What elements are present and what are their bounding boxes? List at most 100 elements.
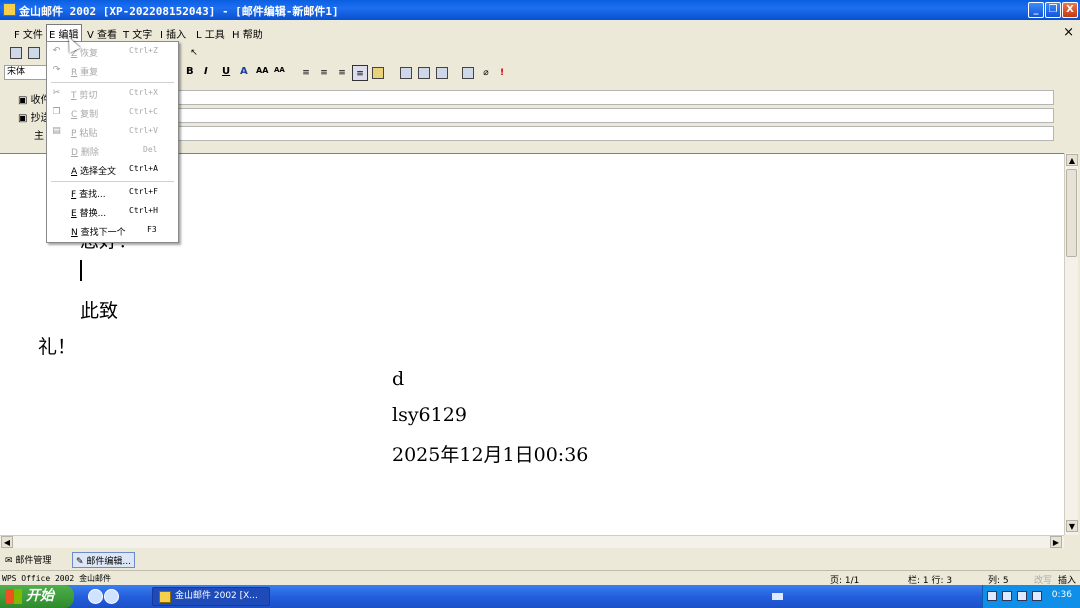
minimize-button[interactable]: _ — [1028, 2, 1044, 18]
document-close-icon[interactable]: × — [1063, 25, 1074, 40]
menu-delete-label: 删除 — [80, 148, 99, 158]
task-label: 金山邮件 2002 [X... — [175, 591, 258, 601]
address-icon[interactable] — [460, 65, 476, 81]
status-bar: WPS Office 2002 金山邮件 页: 1/1 栏: 1 行: 3 列:… — [0, 570, 1080, 586]
keyboard-icon[interactable] — [772, 593, 783, 600]
menu-find-label: 查找... — [79, 190, 106, 200]
menu-delete-shortcut: Del — [143, 145, 158, 154]
menu-cut-label: 剪切 — [79, 91, 98, 101]
menu-help[interactable]: H 帮助 — [230, 25, 265, 42]
mail-check-icon[interactable] — [434, 65, 450, 81]
scroll-thumb[interactable] — [1066, 169, 1077, 257]
start-label: 开始 — [26, 588, 54, 604]
menu-find-next[interactable]: N 查找下一个 F3 — [47, 222, 178, 240]
to-field[interactable] — [178, 90, 1054, 105]
tab-mail-editor-label: 邮件编辑... — [86, 557, 131, 567]
menu-find-key: F — [71, 190, 77, 200]
app-icon — [3, 3, 16, 16]
menu-replace-shortcut: Ctrl+H — [129, 206, 158, 215]
menu-bar: F 文件 E 编辑 V 查看 T 文字 I 插入 L 工具 H 帮助 × — [0, 22, 1080, 43]
tab-mail-manager[interactable]: ✉ 邮件管理 — [2, 552, 54, 568]
menu-cut[interactable]: ✂ T 剪切 Ctrl+X — [47, 85, 178, 103]
grow-font-button[interactable]: AA — [256, 66, 268, 75]
tab-mail-editor[interactable]: ✎ 邮件编辑... — [72, 552, 135, 568]
closing-line: 此致 — [80, 300, 119, 322]
menu-replace[interactable]: E 替换... Ctrl+H — [47, 203, 178, 221]
menu-replace-label: 替换... — [79, 209, 107, 219]
text-cursor — [80, 260, 82, 281]
start-button[interactable]: 开始 — [0, 585, 74, 608]
maximize-button[interactable]: ❐ — [1045, 2, 1061, 18]
priority-icon[interactable]: ! — [494, 65, 510, 81]
scroll-left-icon[interactable]: ◀ — [1, 536, 13, 548]
pointer-icon[interactable]: ↖ — [186, 45, 202, 61]
menu-redo-label: 重复 — [80, 68, 99, 78]
italic-button[interactable]: I — [204, 66, 208, 77]
subject-field[interactable] — [178, 126, 1054, 141]
attachment-icon[interactable]: ⌀ — [478, 65, 494, 81]
menu-paste[interactable]: ▤ P 粘贴 Ctrl+V — [47, 123, 178, 141]
paste-icon: ▤ — [52, 126, 61, 136]
menu-copy[interactable]: ❐ C 复制 Ctrl+C — [47, 104, 178, 122]
menu-select-all-key: A — [71, 167, 78, 177]
menu-view[interactable]: V 查看 — [85, 25, 119, 42]
menu-paste-shortcut: Ctrl+V — [129, 126, 158, 135]
menu-copy-label: 复制 — [80, 110, 99, 120]
mail-icon[interactable] — [416, 65, 432, 81]
font-select[interactable]: 宋体 — [4, 65, 48, 80]
menu-tools[interactable]: L 工具 — [194, 25, 227, 42]
align-center-icon[interactable]: ≡ — [316, 65, 332, 81]
signature-date: 2025年12月1日00:36 — [392, 444, 589, 466]
windows-logo-icon — [6, 589, 22, 604]
task-mail-window[interactable]: 金山邮件 2002 [X... — [152, 587, 270, 606]
window-title: 金山邮件 2002 [XP-202208152043] - [邮件编辑-新邮件1… — [19, 5, 339, 18]
window-tabs: ✉ 邮件管理 ✎ 邮件编辑... — [0, 550, 1080, 569]
tab-mail-manager-label: 邮件管理 — [15, 556, 52, 566]
horizontal-scrollbar[interactable]: ◀ ▶ — [0, 535, 1064, 548]
align-left-icon[interactable]: ≡ — [298, 65, 314, 81]
taskbar: 开始 金山邮件 2002 [X... 0:36 — [0, 585, 1080, 608]
browser-icon[interactable] — [104, 589, 119, 604]
volume-icon[interactable] — [1017, 591, 1027, 601]
menu-cut-shortcut: Ctrl+X — [129, 88, 158, 97]
subject-label: 主 — [34, 131, 44, 142]
save-icon[interactable] — [8, 45, 24, 61]
security-icon[interactable] — [1032, 591, 1042, 601]
shrink-font-button[interactable]: AA — [274, 66, 285, 74]
menu-find[interactable]: F 查找... Ctrl+F — [47, 184, 178, 202]
menu-copy-shortcut: Ctrl+C — [129, 107, 158, 116]
open-icon[interactable] — [26, 45, 42, 61]
font-color-button[interactable]: A — [240, 66, 248, 77]
task-app-icon — [159, 591, 171, 603]
signature-name: lsy6129 — [392, 404, 467, 426]
menu-file[interactable]: F 文件 — [12, 25, 45, 42]
close-button[interactable]: X — [1062, 2, 1078, 18]
network-icon[interactable] — [987, 591, 997, 601]
undo-icon: ↶ — [52, 46, 61, 56]
cc-field[interactable] — [178, 108, 1054, 123]
align-right-icon[interactable]: ≡ — [334, 65, 350, 81]
underline-button[interactable]: U — [222, 66, 230, 77]
image-icon[interactable] — [370, 65, 386, 81]
menu-insert[interactable]: I 插入 — [158, 25, 188, 42]
menu-undo-shortcut: Ctrl+Z — [129, 46, 158, 55]
menu-select-all[interactable]: A 选择全文 Ctrl+A — [47, 161, 178, 179]
menu-replace-key: E — [71, 209, 77, 219]
menu-separator — [51, 181, 174, 182]
scroll-down-icon[interactable]: ▼ — [1066, 520, 1078, 532]
menu-paste-label: 粘贴 — [79, 129, 98, 139]
scroll-up-icon[interactable]: ▲ — [1066, 154, 1078, 166]
bold-button[interactable]: B — [186, 66, 194, 77]
menu-redo[interactable]: ↷ R 重复 — [47, 62, 178, 80]
scroll-right-icon[interactable]: ▶ — [1050, 536, 1062, 548]
vertical-scrollbar[interactable]: ▲ ▼ — [1064, 153, 1078, 535]
menu-text[interactable]: T 文字 — [121, 25, 154, 42]
menu-redo-key: R — [71, 68, 78, 78]
monitor-icon[interactable] — [1002, 591, 1012, 601]
menu-delete[interactable]: D 删除 Del — [47, 142, 178, 160]
insert-icon[interactable] — [398, 65, 414, 81]
justify-icon[interactable]: ≡ — [352, 65, 368, 81]
menu-delete-key: D — [71, 148, 78, 158]
menu-find-next-label: 查找下一个 — [80, 228, 126, 238]
ie-icon[interactable] — [88, 589, 103, 604]
